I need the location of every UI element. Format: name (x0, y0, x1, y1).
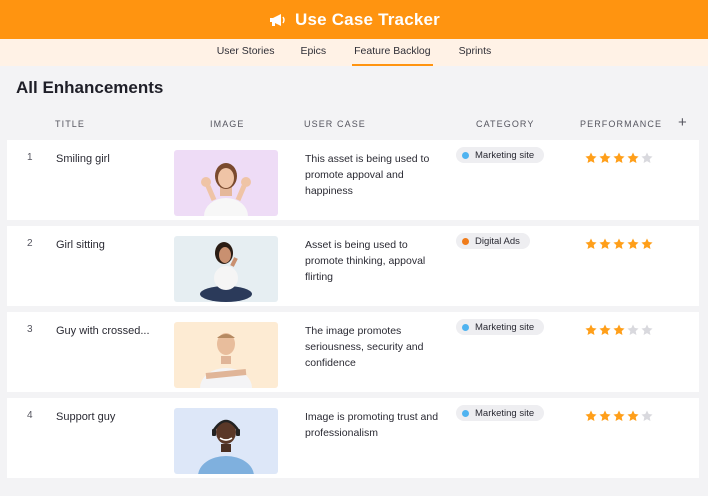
rating-stars[interactable] (584, 151, 654, 165)
row-user-case: Image is promoting trust and professiona… (305, 411, 439, 439)
category-chip[interactable]: Marketing site (456, 405, 545, 421)
star-icon[interactable] (626, 323, 640, 337)
row-user-case: Asset is being used to promote thinking,… (305, 239, 426, 283)
guy-crossed-arms-photo[interactable] (174, 322, 278, 388)
row-number: 1 (27, 152, 33, 163)
row-title[interactable]: Smiling girl (56, 153, 110, 165)
row-title[interactable]: Guy with crossed... (56, 325, 150, 337)
star-icon[interactable] (640, 151, 654, 165)
star-icon[interactable] (584, 237, 598, 251)
category-dot-icon (462, 323, 469, 331)
star-icon[interactable] (612, 237, 626, 251)
app-header: Use Case Tracker (0, 0, 708, 39)
tab-epics[interactable]: Epics (300, 39, 326, 66)
rating-stars[interactable] (584, 409, 654, 423)
smiling-girl-photo[interactable] (174, 150, 278, 216)
star-icon[interactable] (640, 323, 654, 337)
tab-sprints[interactable]: Sprints (459, 39, 492, 66)
column-header-category[interactable]: CATEGORY (476, 119, 534, 129)
megaphone-icon (270, 13, 285, 26)
row-user-case: This asset is being used to promote appo… (305, 153, 430, 197)
column-header-user-case[interactable]: USER CASE (304, 119, 366, 129)
add-column-icon[interactable]: + (678, 114, 687, 131)
column-header-title[interactable]: TITLE (55, 119, 85, 129)
row-title[interactable]: Girl sitting (56, 239, 105, 251)
girl-sitting-photo[interactable] (174, 236, 278, 302)
star-icon[interactable] (598, 323, 612, 337)
rating-stars[interactable] (584, 237, 654, 251)
category-label: Marketing site (475, 321, 535, 333)
star-icon[interactable] (584, 151, 598, 165)
category-chip[interactable]: Marketing site (456, 147, 545, 163)
category-chip[interactable]: Digital Ads (456, 233, 530, 249)
category-label: Marketing site (475, 407, 535, 419)
star-icon[interactable] (598, 409, 612, 423)
star-icon[interactable] (584, 409, 598, 423)
page-title: All Enhancements (16, 78, 164, 97)
category-label: Marketing site (475, 149, 535, 161)
category-chip[interactable]: Marketing site (456, 319, 545, 335)
star-icon[interactable] (640, 409, 654, 423)
category-dot-icon (462, 409, 469, 417)
tab-user-stories[interactable]: User Stories (217, 39, 275, 66)
row-title[interactable]: Support guy (56, 411, 115, 423)
row-user-case: The image promotes seriousness, security… (305, 325, 424, 369)
star-icon[interactable] (612, 323, 626, 337)
table-row[interactable]: 1 Smiling girl This asset is being used … (7, 140, 699, 220)
category-dot-icon (462, 237, 469, 245)
table-row[interactable]: 4 Support guy Image is promoting trust a… (7, 398, 699, 478)
star-icon[interactable] (626, 409, 640, 423)
app-title: Use Case Tracker (295, 9, 440, 29)
star-icon[interactable] (612, 409, 626, 423)
row-number: 2 (27, 238, 33, 249)
tab-feature-backlog[interactable]: Feature Backlog (352, 39, 433, 66)
row-number: 4 (27, 410, 33, 421)
table-row[interactable]: 3 Guy with crossed... The image promotes… (7, 312, 699, 392)
row-number: 3 (27, 324, 33, 335)
support-guy-photo[interactable] (174, 408, 278, 474)
table-row[interactable]: 2 Girl sitting Asset is being used to pr… (7, 226, 699, 306)
nav-tabs: User Stories Epics Feature Backlog Sprin… (0, 39, 708, 66)
star-icon[interactable] (598, 237, 612, 251)
star-icon[interactable] (584, 323, 598, 337)
star-icon[interactable] (598, 151, 612, 165)
rating-stars[interactable] (584, 323, 654, 337)
category-dot-icon (462, 151, 469, 159)
star-icon[interactable] (626, 237, 640, 251)
star-icon[interactable] (626, 151, 640, 165)
star-icon[interactable] (612, 151, 626, 165)
table-header: TITLE IMAGE USER CASE CATEGORY PERFORMAN… (0, 110, 708, 138)
star-icon[interactable] (640, 237, 654, 251)
category-label: Digital Ads (475, 235, 520, 247)
column-header-performance[interactable]: PERFORMANCE (580, 119, 662, 129)
column-header-image[interactable]: IMAGE (210, 119, 245, 129)
